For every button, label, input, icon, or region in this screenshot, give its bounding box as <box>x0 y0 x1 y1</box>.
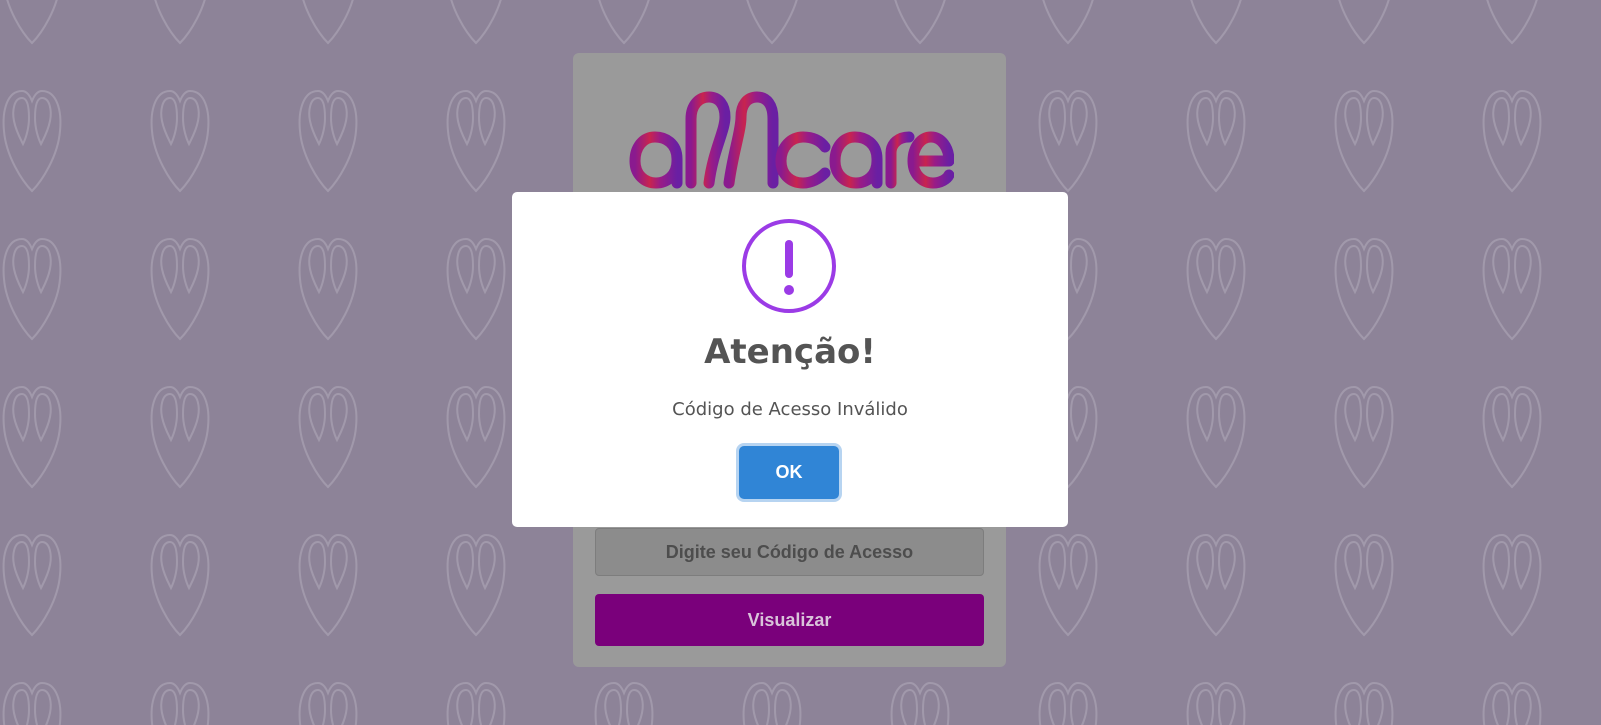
access-code-input[interactable] <box>595 528 984 576</box>
allcare-logo <box>629 91 954 189</box>
exclamation-circle-icon <box>742 219 836 313</box>
view-button[interactable]: Visualizar <box>595 594 984 646</box>
ok-button[interactable]: OK <box>739 446 839 499</box>
alert-dialog: Atenção! Código de Acesso Inválido OK <box>512 192 1068 527</box>
page: Visualizar Atenção! Código de Acesso Inv… <box>0 0 1601 725</box>
dialog-title: Atenção! <box>704 332 876 372</box>
dialog-message: Código de Acesso Inválido <box>672 399 908 420</box>
